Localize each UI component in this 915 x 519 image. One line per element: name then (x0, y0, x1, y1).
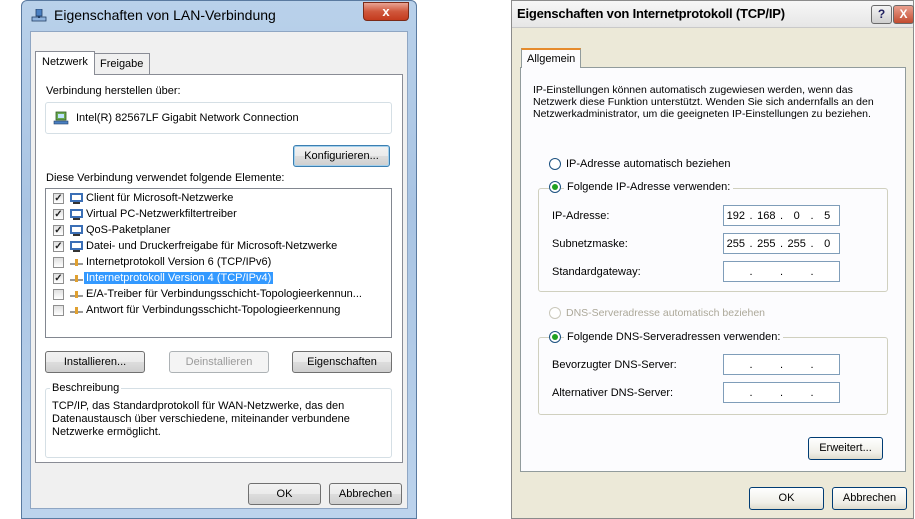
subnet-mask-label: Subnetzmaske: (552, 238, 628, 250)
list-item[interactable]: ✓ QoS-Paketplaner (49, 223, 389, 239)
help-button[interactable]: ? (871, 5, 892, 24)
checkbox-unchecked[interactable] (53, 257, 64, 268)
install-button[interactable]: Installieren... (45, 351, 145, 373)
network-service-icon (70, 209, 83, 220)
list-item[interactable]: ✓ Client für Microsoft-Netzwerke (49, 191, 389, 207)
description-text: TCP/IP, das Standardprotokoll für WAN-Ne… (52, 400, 350, 438)
description-group: Beschreibung TCP/IP, das Standardprotoko… (45, 382, 392, 458)
subnet-mask-field[interactable]: 255. 255. 255. 0 (723, 233, 840, 254)
tab-panel-netzwerk: Verbindung herstellen über: Intel(R) 825… (35, 74, 403, 463)
tab-freigabe[interactable]: Freigabe (93, 53, 151, 75)
ip-address-label: IP-Adresse: (552, 210, 610, 222)
gateway-field[interactable]: . . . (723, 261, 840, 282)
cancel-button[interactable]: Abbrechen (329, 483, 402, 505)
components-list: ✓ Client für Microsoft-Netzwerke ✓ Virtu… (45, 188, 392, 338)
ip-address-field[interactable]: 192. 168. 0. 5 (723, 205, 840, 226)
radio-auto-dns[interactable] (549, 307, 561, 319)
list-item-selected[interactable]: ✓ Internetprotokoll Version 4 (TCP/IPv4) (49, 271, 389, 287)
list-item[interactable]: ✓ Virtual PC-Netzwerkfiltertreiber (49, 207, 389, 223)
ok-button[interactable]: OK (749, 487, 824, 510)
adapter-name: Intel(R) 82567LF Gigabit Network Connect… (76, 112, 299, 124)
network-adapter-icon (53, 111, 69, 125)
close-button[interactable]: x (363, 2, 409, 21)
uninstall-button[interactable]: Deinstallieren (169, 351, 269, 373)
radio-manual-dns-label[interactable]: Folgende DNS-Serveradressen verwenden: (564, 331, 784, 343)
checkbox-unchecked[interactable] (53, 289, 64, 300)
protocol-icon (70, 275, 83, 282)
lan-properties-window: Eigenschaften von LAN-Verbindung x Netzw… (21, 0, 417, 519)
tab-allgemein[interactable]: Allgemein (521, 48, 582, 68)
dialog-client-area: Netzwerk Freigabe Verbindung herstellen … (30, 31, 408, 509)
properties-button[interactable]: Eigenschaften (292, 351, 392, 373)
window-title: Eigenschaften von Internetprotokoll (TCP… (517, 6, 785, 21)
title-bar[interactable]: Eigenschaften von Internetprotokoll (TCP… (512, 1, 914, 28)
radio-auto-ip-label[interactable]: IP-Adresse automatisch beziehen (566, 158, 730, 170)
checkbox-checked[interactable]: ✓ (53, 209, 64, 220)
tcpip-properties-window: Eigenschaften von Internetprotokoll (TCP… (511, 0, 914, 519)
cancel-button[interactable]: Abbrechen (832, 487, 907, 510)
connect-using-label: Verbindung herstellen über: (46, 85, 181, 97)
list-item[interactable]: Antwort für Verbindungsschicht-Topologie… (49, 303, 389, 319)
items-label: Diese Verbindung verwendet folgende Elem… (46, 172, 285, 184)
preferred-dns-field[interactable]: . . . (723, 354, 840, 375)
close-button[interactable]: X (893, 5, 914, 24)
radio-manual-ip-label[interactable]: Folgende IP-Adresse verwenden: (564, 181, 734, 193)
alternate-dns-field[interactable]: . . . (723, 382, 840, 403)
network-service-icon (70, 241, 83, 252)
network-client-icon (70, 193, 83, 204)
tab-netzwerk[interactable]: Netzwerk (35, 51, 95, 75)
network-connection-icon (31, 9, 47, 22)
radio-auto-ip[interactable] (549, 158, 561, 170)
dns-group (538, 337, 888, 415)
window-title: Eigenschaften von LAN-Verbindung (54, 7, 276, 23)
checkbox-checked[interactable]: ✓ (53, 241, 64, 252)
advanced-button[interactable]: Erweitert... (808, 437, 883, 460)
protocol-icon (70, 291, 83, 298)
title-bar[interactable]: Eigenschaften von LAN-Verbindung x (22, 1, 416, 31)
protocol-icon (70, 307, 83, 314)
network-service-icon (70, 225, 83, 236)
alternate-dns-label: Alternativer DNS-Server: (552, 387, 674, 399)
description-title: Beschreibung (50, 382, 122, 394)
configure-button[interactable]: Konfigurieren... (293, 145, 390, 167)
radio-manual-ip[interactable] (549, 181, 561, 193)
preferred-dns-label: Bevorzugter DNS-Server: (552, 359, 677, 371)
adapter-box: Intel(R) 82567LF Gigabit Network Connect… (45, 102, 392, 134)
list-item[interactable]: Internetprotokoll Version 6 (TCP/IPv6) (49, 255, 389, 271)
checkbox-checked[interactable]: ✓ (53, 225, 64, 236)
gateway-label: Standardgateway: (552, 266, 641, 278)
checkbox-unchecked[interactable] (53, 305, 64, 316)
list-item[interactable]: ✓ Datei- und Druckerfreigabe für Microso… (49, 239, 389, 255)
list-item[interactable]: E/A-Treiber für Verbindungsschicht-Topol… (49, 287, 389, 303)
radio-manual-dns[interactable] (549, 331, 561, 343)
checkbox-checked[interactable]: ✓ (53, 273, 64, 284)
radio-auto-dns-label[interactable]: DNS-Serveradresse automatisch beziehen (566, 307, 765, 319)
tab-panel-allgemein: IP-Einstellungen können automatisch zuge… (520, 67, 906, 472)
checkbox-checked[interactable]: ✓ (53, 193, 64, 204)
protocol-icon (70, 259, 83, 266)
ok-button[interactable]: OK (248, 483, 321, 505)
intro-text: IP-Einstellungen können automatisch zuge… (533, 84, 874, 120)
